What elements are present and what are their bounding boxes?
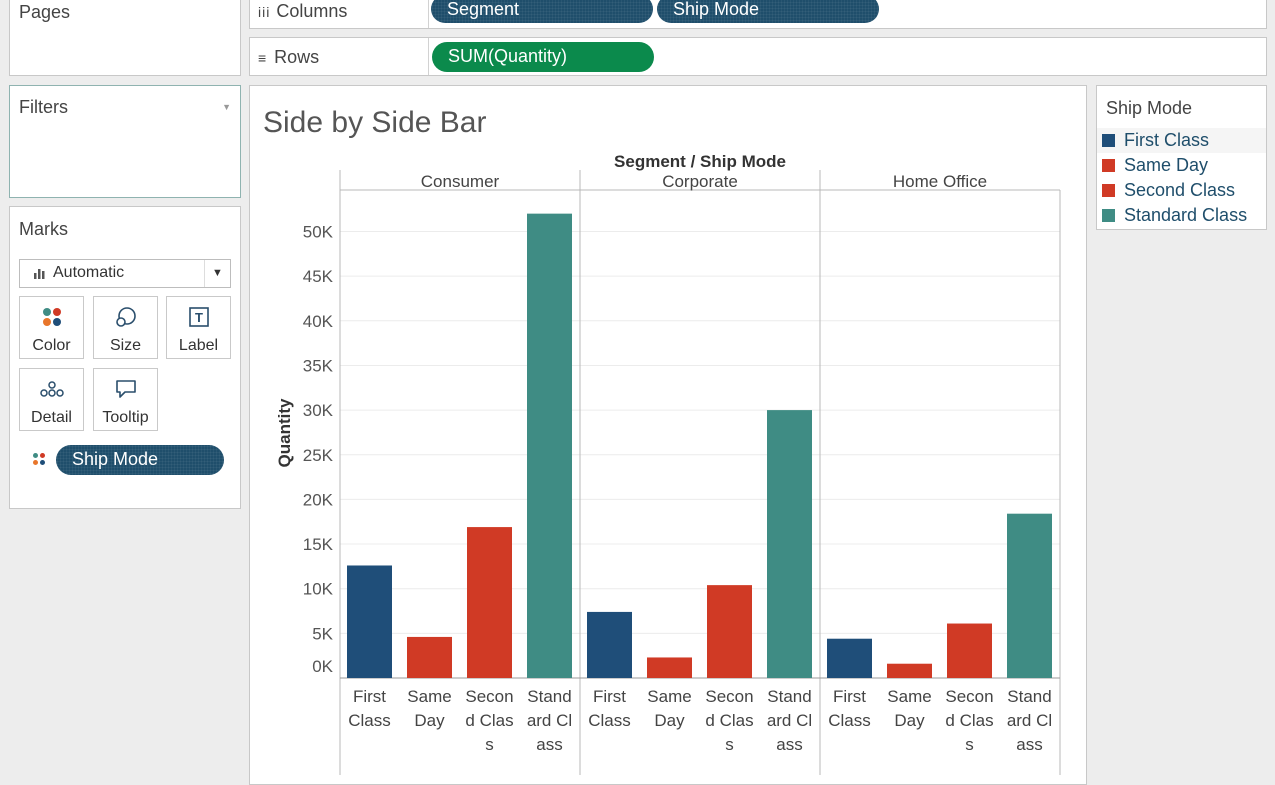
x-tick-label: s xyxy=(725,735,734,754)
y-axis-label: Quantity xyxy=(275,398,294,467)
y-tick-label: 5K xyxy=(312,624,333,643)
y-tick-label: 10K xyxy=(303,580,334,599)
x-tick-label: d Clas xyxy=(945,711,993,730)
legend-swatch xyxy=(1102,134,1115,147)
x-tick-label: Secon xyxy=(465,687,513,706)
bar xyxy=(407,636,452,678)
y-tick-label: 45K xyxy=(303,267,334,286)
y-tick-label: 35K xyxy=(303,356,334,375)
x-tick-label: Class xyxy=(348,711,391,730)
segment-header-label: Home Office xyxy=(893,172,987,191)
x-tick-label: Day xyxy=(414,711,445,730)
bar xyxy=(587,611,632,678)
legend-label: Standard Class xyxy=(1124,205,1248,225)
y-tick-label: 50K xyxy=(303,223,334,242)
y-tick-label: 40K xyxy=(303,312,334,331)
x-tick-label: Same xyxy=(407,687,451,706)
y-tick-label: 20K xyxy=(303,490,334,509)
y-tick-label: 15K xyxy=(303,535,334,554)
x-tick-label: d Clas xyxy=(705,711,753,730)
y-tick-label: 0K xyxy=(312,657,333,676)
x-tick-label: ass xyxy=(1016,735,1042,754)
bar xyxy=(347,565,392,678)
x-tick-label: s xyxy=(965,735,974,754)
x-tick-label: ass xyxy=(776,735,802,754)
bar xyxy=(707,585,752,678)
segment-header-label: Corporate xyxy=(662,172,738,191)
x-tick-label: Secon xyxy=(705,687,753,706)
y-tick-label: 25K xyxy=(303,446,334,465)
legend-card: Ship Mode First Class Same Day Second Clas… xyxy=(1096,85,1267,230)
legend-label: Same Day xyxy=(1124,155,1209,175)
x-tick-label: ard Cl xyxy=(767,711,812,730)
legend-label: First Class xyxy=(1124,130,1209,150)
legend-item[interactable]: Second Class xyxy=(1097,178,1266,203)
x-tick-label: Class xyxy=(588,711,631,730)
x-tick-label: s xyxy=(485,735,494,754)
x-tick-label: First xyxy=(353,687,386,706)
x-tick-label: Day xyxy=(654,711,685,730)
x-tick-label: Same xyxy=(887,687,931,706)
legend-item[interactable]: Same Day xyxy=(1097,153,1266,178)
y-tick-label: 30K xyxy=(303,401,334,420)
x-tick-label: Stand xyxy=(767,687,811,706)
x-tick-label: Day xyxy=(894,711,925,730)
bar xyxy=(1007,513,1052,678)
bar xyxy=(467,527,512,678)
legend-item[interactable]: First Class xyxy=(1097,128,1266,153)
bar xyxy=(947,623,992,678)
x-tick-label: Same xyxy=(647,687,691,706)
legend-label: Second Class xyxy=(1124,180,1236,200)
legend-swatch xyxy=(1102,159,1115,172)
x-tick-label: ass xyxy=(536,735,562,754)
bar xyxy=(527,213,572,678)
bar-chart: Segment / Ship Mode Consumer Corporate Home… xyxy=(275,152,1061,775)
segment-header-label: Consumer xyxy=(421,172,500,191)
bar xyxy=(827,638,872,678)
x-tick-label: Class xyxy=(828,711,871,730)
column-header-title: Segment / Ship Mode xyxy=(614,152,786,171)
legend-swatch xyxy=(1102,184,1115,197)
legend-item[interactable]: Standard Class xyxy=(1097,203,1266,228)
legend-title: Ship Mode xyxy=(1106,98,1193,118)
x-tick-label: d Clas xyxy=(465,711,513,730)
x-tick-label: Stand xyxy=(527,687,571,706)
legend-list: First Class Same Day Second Class Standard … xyxy=(1097,128,1266,228)
bar xyxy=(647,657,692,678)
bar xyxy=(887,663,932,678)
x-tick-label: First xyxy=(593,687,626,706)
x-tick-label: First xyxy=(833,687,866,706)
x-tick-label: ard Cl xyxy=(527,711,572,730)
x-tick-label: Stand xyxy=(1007,687,1051,706)
legend-swatch xyxy=(1102,209,1115,222)
x-tick-label: Secon xyxy=(945,687,993,706)
x-tick-label: ard Cl xyxy=(1007,711,1052,730)
bar xyxy=(767,410,812,678)
